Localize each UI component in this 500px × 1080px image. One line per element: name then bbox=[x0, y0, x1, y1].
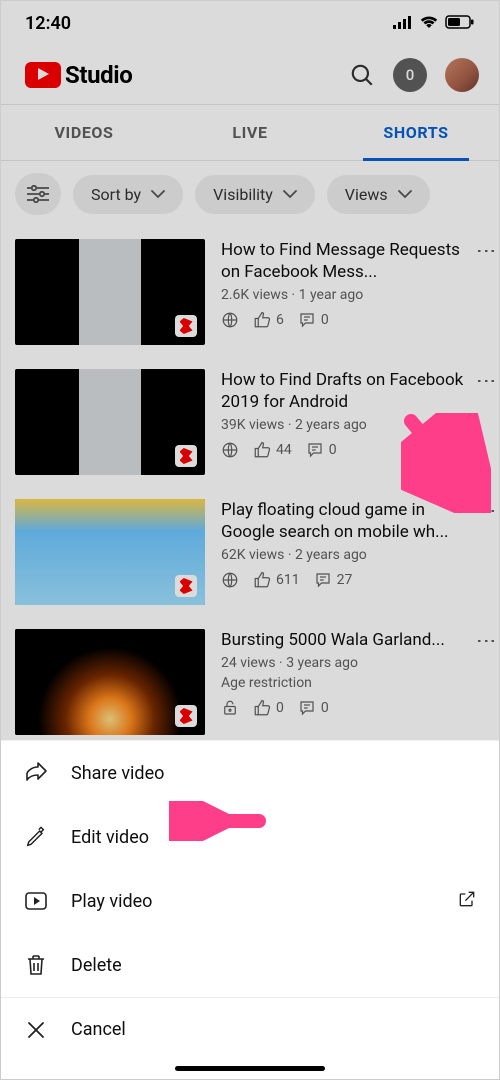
filter-row: Sort by Visibility Views bbox=[1, 161, 499, 227]
video-title: Bursting 5000 Wala Garland... bbox=[221, 629, 467, 651]
tab-videos[interactable]: VIDEOS bbox=[1, 105, 167, 160]
chevron-down-icon bbox=[283, 190, 297, 199]
action-sheet: Share video Edit video Play video Delete bbox=[1, 740, 499, 1079]
video-thumbnail bbox=[15, 629, 205, 735]
share-icon bbox=[23, 762, 49, 784]
video-more-button[interactable]: ⋮ bbox=[483, 631, 491, 651]
sheet-label: Edit video bbox=[71, 827, 149, 848]
sheet-label: Cancel bbox=[71, 1019, 126, 1040]
video-row[interactable]: How to Find Message Requests on Facebook… bbox=[1, 227, 499, 357]
video-restriction: Age restriction bbox=[221, 675, 467, 691]
sheet-label: Delete bbox=[71, 955, 122, 976]
visibility-filter-button[interactable]: Visibility bbox=[195, 175, 315, 214]
youtube-studio-logo[interactable]: Studio bbox=[25, 61, 132, 89]
account-avatar[interactable] bbox=[445, 58, 479, 92]
delete-video-button[interactable]: Delete bbox=[1, 933, 499, 997]
sheet-label: Share video bbox=[71, 763, 164, 784]
chevron-down-icon bbox=[151, 190, 165, 199]
home-indicator bbox=[175, 1066, 325, 1071]
content-tabs: VIDEOS LIVE SHORTS bbox=[1, 105, 499, 161]
globe-icon bbox=[221, 571, 239, 589]
shorts-badge-icon bbox=[175, 705, 197, 727]
video-title: How to Find Drafts on Facebook 2019 for … bbox=[221, 369, 467, 413]
video-thumbnail bbox=[15, 239, 205, 345]
shorts-badge-icon bbox=[175, 575, 197, 597]
shorts-badge-icon bbox=[175, 445, 197, 467]
video-stats: 24 views · 3 years ago bbox=[221, 655, 467, 671]
search-button[interactable] bbox=[349, 62, 375, 88]
battery-icon bbox=[445, 13, 475, 34]
like-icon bbox=[253, 699, 271, 717]
sort-by-button[interactable]: Sort by bbox=[73, 175, 183, 214]
external-link-icon bbox=[457, 889, 477, 914]
video-metrics: 0 0 bbox=[221, 699, 467, 717]
video-stats: 62K views · 2 years ago bbox=[221, 547, 467, 563]
video-metrics: 6 0 bbox=[221, 311, 467, 329]
video-more-button[interactable]: ⋮ bbox=[483, 241, 491, 261]
lock-icon bbox=[221, 699, 239, 717]
like-icon bbox=[253, 571, 271, 589]
video-more-button[interactable]: ⋮ bbox=[483, 371, 491, 391]
tab-live[interactable]: LIVE bbox=[167, 105, 333, 160]
annotation-arrow bbox=[169, 801, 269, 841]
cellular-icon bbox=[393, 13, 413, 34]
share-video-button[interactable]: Share video bbox=[1, 741, 499, 805]
annotation-arrow bbox=[401, 413, 491, 513]
comment-icon bbox=[298, 311, 316, 329]
close-icon bbox=[23, 1020, 49, 1040]
pencil-icon bbox=[23, 826, 49, 848]
play-video-button[interactable]: Play video bbox=[1, 869, 499, 933]
tab-shorts[interactable]: SHORTS bbox=[333, 105, 499, 160]
comment-icon bbox=[306, 441, 324, 459]
youtube-icon bbox=[25, 62, 61, 88]
globe-icon bbox=[221, 441, 239, 459]
app-name: Studio bbox=[65, 61, 132, 89]
app-header: Studio 0 bbox=[1, 45, 499, 105]
globe-icon bbox=[221, 311, 239, 329]
like-icon bbox=[253, 441, 271, 459]
play-icon bbox=[23, 891, 49, 911]
comment-icon bbox=[298, 699, 316, 717]
sheet-label: Play video bbox=[71, 891, 152, 912]
video-metrics: 611 27 bbox=[221, 571, 467, 589]
like-icon bbox=[253, 311, 271, 329]
video-thumbnail bbox=[15, 499, 205, 605]
comment-icon bbox=[314, 571, 332, 589]
video-stats: 2.6K views · 1 year ago bbox=[221, 287, 467, 303]
video-row[interactable]: Bursting 5000 Wala Garland... 24 views ·… bbox=[1, 617, 499, 747]
cancel-button[interactable]: Cancel bbox=[1, 997, 499, 1061]
filter-settings-button[interactable] bbox=[15, 173, 61, 215]
wifi-icon bbox=[419, 13, 439, 34]
chevron-down-icon bbox=[398, 190, 412, 199]
status-bar: 12:40 bbox=[1, 1, 499, 45]
shorts-badge-icon bbox=[175, 315, 197, 337]
video-title: How to Find Message Requests on Facebook… bbox=[221, 239, 467, 283]
video-thumbnail bbox=[15, 369, 205, 475]
status-time: 12:40 bbox=[25, 13, 71, 34]
status-indicators bbox=[393, 13, 475, 34]
notification-badge[interactable]: 0 bbox=[393, 58, 427, 92]
trash-icon bbox=[23, 954, 49, 976]
views-filter-button[interactable]: Views bbox=[327, 175, 430, 214]
